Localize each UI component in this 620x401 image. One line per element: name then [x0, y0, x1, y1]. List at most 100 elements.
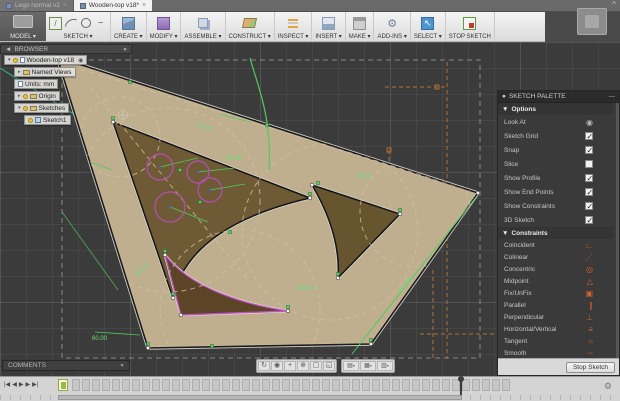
addins-gear-icon[interactable]: ⚙	[386, 17, 399, 30]
timeline-feature[interactable]	[192, 379, 200, 391]
horizontal-vertical-icon[interactable]: ≡	[588, 325, 593, 334]
option-row-snap[interactable]: Snap	[498, 143, 613, 157]
timeline-feature[interactable]	[332, 379, 340, 391]
toolbar-group-create[interactable]: CREATE ▾	[111, 12, 147, 41]
timeline-playhead[interactable]	[460, 377, 462, 395]
timeline-feature[interactable]	[152, 379, 160, 391]
dimension-label[interactable]: R48.00	[296, 286, 316, 292]
spline-icon[interactable]: ~	[94, 17, 107, 30]
browser-options-icon[interactable]: ●	[123, 46, 127, 53]
constraint-row-smooth[interactable]: Smooth ⌣	[498, 347, 613, 358]
orbit-icon[interactable]: ↻	[258, 361, 270, 371]
timeline-feature[interactable]	[172, 379, 180, 391]
close-tab-icon[interactable]: ×	[63, 2, 67, 9]
timeline-feature[interactable]	[432, 379, 440, 391]
toolbar-group-sketch[interactable]: / ~ SKETCH ▾	[46, 12, 111, 41]
timeline-feature[interactable]	[122, 379, 130, 391]
construct-icon[interactable]	[242, 18, 257, 28]
minimize-panel-icon[interactable]: —	[609, 93, 616, 100]
circle-icon[interactable]	[79, 17, 92, 30]
constraint-row-fix-unfix[interactable]: Fix/UnFix ▣	[498, 287, 613, 299]
toolbar-group-assemble[interactable]: ASSEMBLE ▾	[181, 12, 225, 41]
checkbox-checked-icon[interactable]	[585, 132, 593, 140]
viewports-icon[interactable]: ▥▾	[377, 361, 393, 371]
go-to-end-icon[interactable]: ▶|	[32, 380, 38, 390]
option-row-look-at[interactable]: Look At ◉	[498, 115, 613, 129]
timeline-feature[interactable]	[342, 379, 350, 391]
dimension-label[interactable]: 35.08	[356, 174, 372, 180]
timeline-feature[interactable]	[372, 379, 380, 391]
toolbar-group-select[interactable]: ↖ SELECT ▾	[411, 12, 446, 41]
timeline-feature[interactable]	[362, 379, 370, 391]
timeline-feature[interactable]	[142, 379, 150, 391]
browser-back-icon[interactable]: ◄	[5, 46, 11, 53]
timeline-feature[interactable]	[102, 379, 110, 391]
timeline-feature[interactable]	[182, 379, 190, 391]
timeline-scrollbar-thumb[interactable]	[58, 395, 462, 400]
toolbar-group-construct[interactable]: CONSTRUCT ▾	[226, 12, 275, 41]
toolbar-group-modify[interactable]: MODIFY ▾	[147, 12, 182, 41]
pan-icon[interactable]: +	[284, 361, 296, 371]
make-icon[interactable]	[353, 17, 366, 30]
dimension-label[interactable]: 60.00	[92, 336, 108, 342]
checkbox-checked-icon[interactable]	[585, 146, 593, 154]
create-icon[interactable]	[122, 17, 135, 30]
timeline-active-sketch-feature[interactable]	[58, 379, 68, 391]
timeline-feature[interactable]	[492, 379, 500, 391]
timeline-feature[interactable]	[312, 379, 320, 391]
dimension-label[interactable]: R9.00	[226, 156, 243, 162]
step-forward-icon[interactable]: ▶	[25, 380, 30, 390]
checkbox-unchecked-icon[interactable]	[585, 160, 593, 168]
smooth-icon[interactable]: ⌣	[588, 348, 593, 358]
timeline-feature[interactable]	[502, 379, 510, 391]
expand-arrow-icon[interactable]: ▸	[18, 69, 21, 75]
timeline-feature[interactable]	[92, 379, 100, 391]
look-at-icon[interactable]: ◉	[586, 118, 593, 127]
timeline-feature[interactable]	[262, 379, 270, 391]
timeline-feature[interactable]	[162, 379, 170, 391]
visibility-bulb-icon[interactable]	[23, 94, 28, 99]
play-icon[interactable]: ▶	[19, 380, 24, 390]
parallel-icon[interactable]: ∥	[589, 301, 593, 310]
constraint-row-horizontal-vertical[interactable]: Horizontal/Vertical ≡	[498, 323, 613, 335]
timeline-feature[interactable]	[232, 379, 240, 391]
arc-icon[interactable]	[64, 17, 77, 30]
checkbox-checked-icon[interactable]	[585, 202, 593, 210]
stop-sketch-button[interactable]: Stop Sketch	[566, 362, 615, 373]
workspace-switcher-model[interactable]: MODEL ▾	[0, 12, 46, 41]
visibility-bulb-icon[interactable]	[28, 118, 33, 123]
timeline-feature[interactable]	[282, 379, 290, 391]
profile-avatar[interactable]	[577, 8, 607, 35]
checkbox-checked-icon[interactable]	[585, 188, 593, 196]
document-tab-wooden-top[interactable]: Wooden-top v18* ×	[74, 0, 152, 11]
timeline-feature[interactable]	[352, 379, 360, 391]
constraint-row-tangent[interactable]: Tangent ○	[498, 335, 613, 347]
checkbox-checked-icon[interactable]	[585, 216, 593, 224]
browser-item-named-views[interactable]: ▸ Named Views	[14, 67, 76, 77]
sketch-palette-header[interactable]: ● SKETCH PALETTE —	[498, 91, 619, 103]
colinear-icon[interactable]: ⋰	[585, 253, 593, 262]
stop-sketch-icon[interactable]	[463, 17, 476, 30]
comments-options-icon[interactable]: ●	[120, 362, 124, 369]
timeline-feature[interactable]	[132, 379, 140, 391]
inspect-icon[interactable]	[287, 17, 300, 30]
expand-arrow-icon[interactable]: ▾	[18, 105, 21, 111]
constraint-row-perpendicular[interactable]: Perpendicular ⊥	[498, 311, 613, 323]
checkbox-checked-icon[interactable]	[585, 174, 593, 182]
timeline-feature[interactable]	[442, 379, 450, 391]
midpoint-icon[interactable]: △	[587, 277, 593, 286]
concentric-icon[interactable]: ◎	[586, 265, 593, 274]
zoom-icon[interactable]: ⊕	[297, 361, 309, 371]
option-row-show-end-points[interactable]: Show End Points	[498, 185, 613, 199]
insert-icon[interactable]	[322, 17, 335, 30]
fit-icon[interactable]: ▢	[310, 361, 322, 371]
browser-item-sketches[interactable]: ▾ Sketches	[14, 103, 69, 113]
timeline-feature[interactable]	[222, 379, 230, 391]
go-to-start-icon[interactable]: |◀	[4, 380, 10, 390]
toolbar-group-stop-sketch[interactable]: STOP SKETCH	[446, 12, 495, 41]
activate-radio-icon[interactable]: ◉	[78, 57, 83, 64]
look-at-icon[interactable]: ◉	[271, 361, 283, 371]
constraint-row-parallel[interactable]: Parallel ∥	[498, 299, 613, 311]
timeline-feature[interactable]	[242, 379, 250, 391]
timeline-feature[interactable]	[422, 379, 430, 391]
